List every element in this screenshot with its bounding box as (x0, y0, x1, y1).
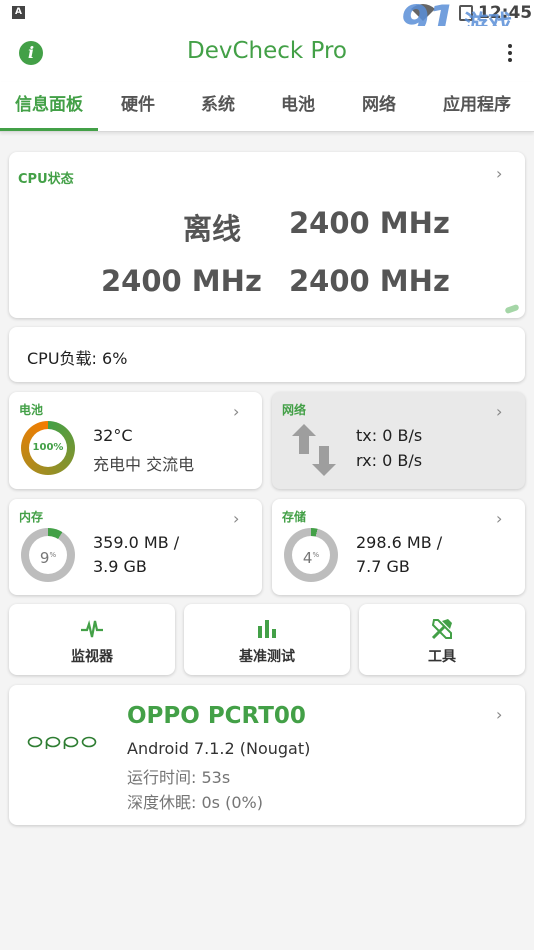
battery-level-label: 100% (29, 429, 67, 467)
oppo-logo (27, 736, 97, 749)
status-bar: A 12:45 (0, 0, 534, 26)
app-toolbar: i DevCheck Pro (0, 26, 534, 82)
tools-icon (431, 619, 452, 640)
network-card[interactable]: 网络 › tx: 0 B/s rx: 0 B/s (272, 392, 525, 489)
network-title: 网络 (282, 403, 307, 417)
cpu-status-title: CPU状态 (18, 172, 74, 187)
network-rx: rx: 0 B/s (356, 451, 423, 470)
memory-usage-gauge: 9% (21, 528, 75, 582)
memory-percent-label: 9% (29, 536, 67, 574)
tools-button[interactable]: 工具 (359, 604, 525, 675)
cpu-core-3: 2400 MHz (289, 264, 450, 298)
bar-chart-icon (258, 620, 276, 638)
storage-percent-value: 4 (302, 549, 313, 567)
uptime-text: 运行时间: 53s (127, 768, 231, 787)
memory-total: 3.9 GB (93, 557, 147, 576)
chevron-right-icon: › (496, 164, 503, 183)
storage-title: 存储 (282, 510, 307, 524)
cpu-core-2: 2400 MHz (101, 264, 262, 298)
tab-system[interactable]: 系统 (178, 82, 258, 132)
memory-percent-value: 9 (39, 549, 50, 567)
overflow-menu-icon[interactable] (503, 42, 517, 66)
battery-charging-status: 充电中 交流电 (93, 455, 195, 474)
transfer-arrows-icon (292, 424, 336, 476)
status-time: 12:45 (478, 3, 533, 23)
cpu-core-0: 离线 (183, 212, 242, 246)
memory-card[interactable]: 内存 › 9% 359.0 MB / 3.9 GB (9, 499, 262, 595)
monitor-button[interactable]: 监视器 (9, 604, 175, 675)
monitor-pulse-icon (81, 619, 103, 638)
deep-sleep-text: 深度休眠: 0s (0%) (127, 793, 263, 812)
memory-title: 内存 (19, 510, 44, 524)
chevron-right-icon: › (496, 509, 503, 528)
network-tx: tx: 0 B/s (356, 426, 423, 445)
android-version: Android 7.1.2 (Nougat) (127, 739, 311, 758)
battery-status-icon (459, 5, 473, 21)
storage-card[interactable]: 存储 › 4% 298.6 MB / 7.7 GB (272, 499, 525, 595)
tab-bar: 信息面板 硬件 系统 电池 网络 应用程序 (0, 82, 534, 132)
chevron-right-icon: › (233, 509, 240, 528)
storage-percent-label: 4% (292, 536, 330, 574)
tab-apps[interactable]: 应用程序 (420, 82, 534, 132)
monitor-label: 监视器 (71, 649, 113, 665)
chevron-right-icon: › (496, 705, 503, 724)
active-tab-indicator (0, 128, 98, 131)
resize-indicator (504, 303, 520, 315)
battery-temperature: 32°C (93, 426, 133, 445)
battery-card[interactable]: 电池 › 100% 32°C 充电中 交流电 (9, 392, 262, 489)
cpu-core-1: 2400 MHz (289, 206, 450, 240)
tools-label: 工具 (428, 649, 456, 665)
tab-dashboard[interactable]: 信息面板 (0, 82, 98, 132)
device-card[interactable]: › OPPO PCRT00 Android 7.1.2 (Nougat) 运行时… (9, 685, 525, 825)
storage-total: 7.7 GB (356, 557, 410, 576)
tab-network[interactable]: 网络 (338, 82, 420, 132)
memory-used: 359.0 MB / (93, 533, 180, 552)
cpu-load-card[interactable]: CPU负载: 6% (9, 327, 525, 382)
cpu-load-text: CPU负载: 6% (27, 349, 128, 368)
battery-level-gauge: 100% (21, 421, 75, 475)
cpu-status-card[interactable]: CPU状态 › 离线 2400 MHz 2400 MHz 2400 MHz (9, 152, 525, 318)
notification-icon: A (12, 6, 25, 19)
storage-used: 298.6 MB / (356, 533, 443, 552)
tab-battery[interactable]: 电池 (258, 82, 338, 132)
chevron-right-icon: › (496, 402, 503, 421)
benchmark-label: 基准测试 (239, 649, 295, 665)
chevron-right-icon: › (233, 402, 240, 421)
benchmark-button[interactable]: 基准测试 (184, 604, 350, 675)
memory-percent-sign: % (49, 551, 57, 559)
app-title: DevCheck Pro (186, 38, 348, 64)
storage-percent-sign: % (312, 551, 320, 559)
battery-title: 电池 (19, 403, 44, 417)
wifi-icon (411, 4, 435, 22)
device-name: OPPO PCRT00 (127, 703, 306, 729)
storage-usage-gauge: 4% (284, 528, 338, 582)
tab-hardware[interactable]: 硬件 (98, 82, 178, 132)
